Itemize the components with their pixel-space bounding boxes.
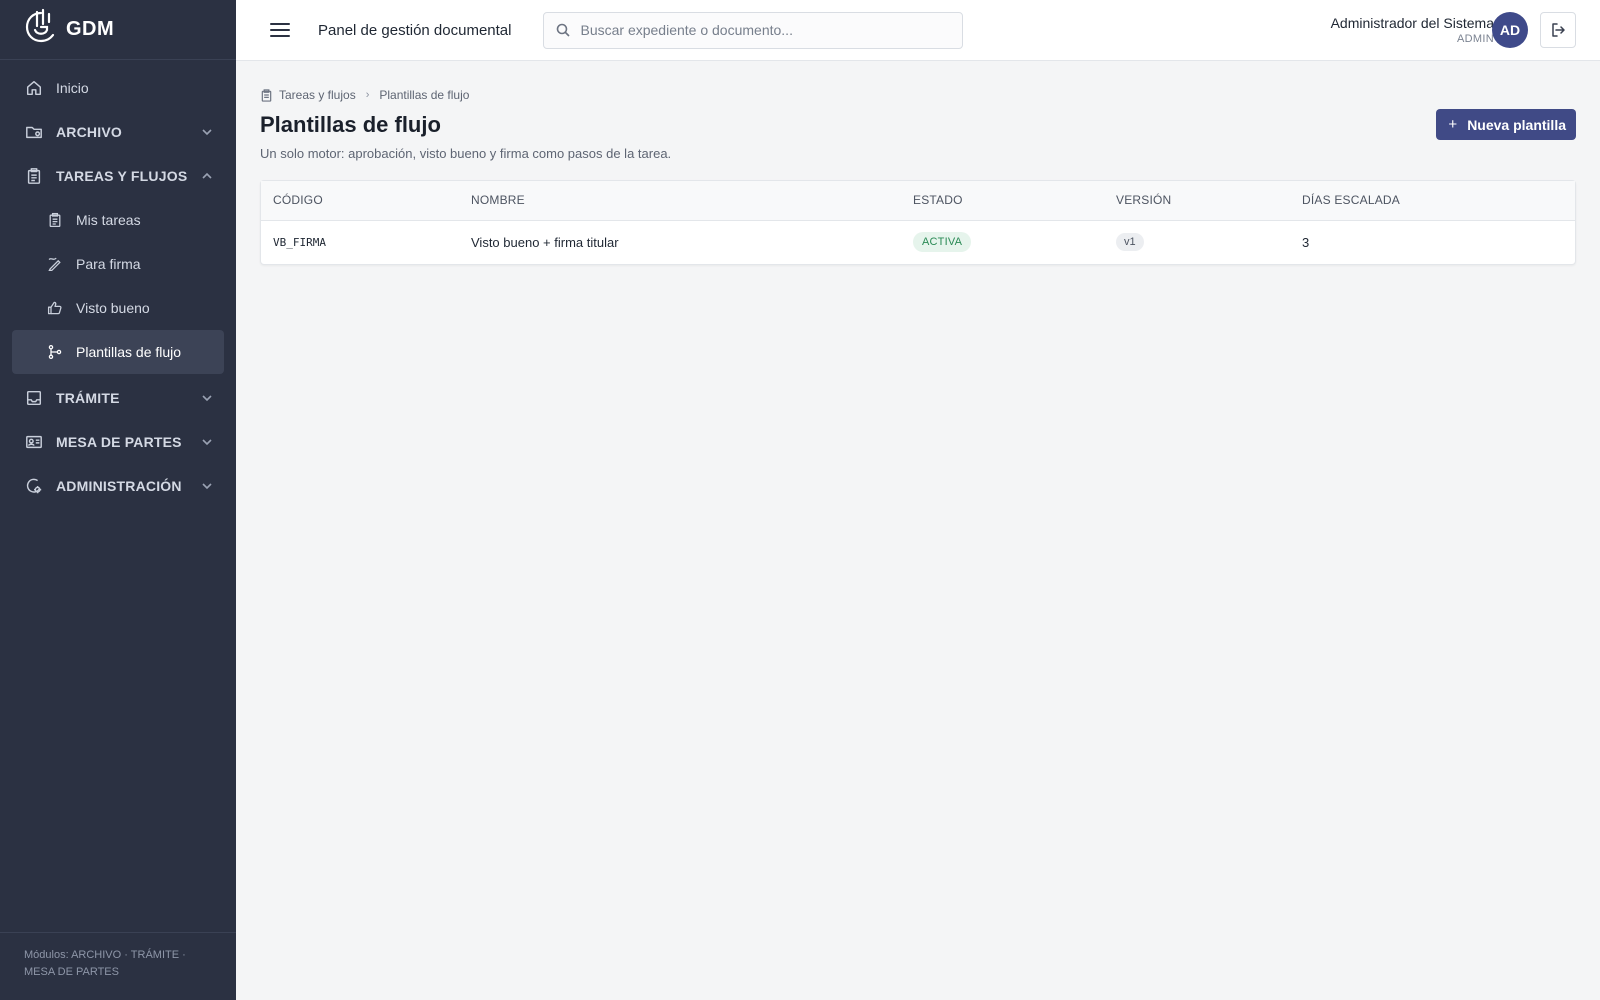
- sidebar-item-administracion[interactable]: ADMINISTRACIÓN: [0, 464, 236, 508]
- brand-name: GDM: [66, 18, 115, 40]
- id-card-icon: [24, 432, 44, 452]
- breadcrumb: Tareas y flujos › Plantillas de flujo: [260, 88, 1576, 102]
- sidebar-item-inicio[interactable]: Inicio: [0, 66, 236, 110]
- sidebar-footer: Módulos: ARCHIVO · TRÁMITE · MESA DE PAR…: [0, 932, 236, 1000]
- sidebar-item-mesa-de-partes[interactable]: MESA DE PARTES: [0, 420, 236, 464]
- column-header-dias-escalada[interactable]: DÍAS ESCALADA: [1290, 181, 1575, 221]
- sidebar-item-label: Inicio: [56, 80, 89, 96]
- chevron-down-icon: [202, 483, 212, 490]
- sidebar-item-label: Mis tareas: [76, 212, 141, 228]
- column-header-codigo[interactable]: CÓDIGO: [261, 181, 459, 221]
- logout-icon: [1552, 23, 1565, 37]
- version-badge: v1: [1116, 233, 1144, 252]
- sidebar-item-plantillas-de-flujo[interactable]: Plantillas de flujo: [12, 330, 224, 374]
- sidebar-item-tareas-y-flujos[interactable]: TAREAS Y FLUJOS: [0, 154, 236, 198]
- search-icon: [557, 23, 571, 37]
- sidebar: GDM Inicio ARCHIVO TAREAS Y FLUJOS Mis t…: [0, 0, 236, 1000]
- chevron-down-icon: [202, 395, 212, 402]
- breadcrumb-current: Plantillas de flujo: [379, 88, 470, 102]
- column-header-nombre[interactable]: NOMBRE: [459, 181, 901, 221]
- signature-icon: [46, 255, 64, 273]
- search-box[interactable]: [543, 11, 964, 49]
- cell-escalation-days: 3: [1302, 234, 1310, 250]
- sidebar-item-tramite[interactable]: TRÁMITE: [0, 376, 236, 420]
- table-header-row: CÓDIGO NOMBRE ESTADO VERSIÓN DÍAS ESCALA…: [261, 181, 1575, 221]
- logout-button[interactable]: [1540, 12, 1576, 48]
- user-role: ADMIN: [1457, 33, 1494, 45]
- menu-toggle-button[interactable]: [268, 18, 292, 42]
- brand[interactable]: GDM: [0, 0, 236, 60]
- logo-icon: [24, 8, 58, 51]
- status-badge: ACTIVA: [913, 232, 972, 253]
- chevron-right-icon: ›: [365, 89, 370, 101]
- folder-icon: [24, 122, 44, 142]
- table-row[interactable]: VB_FIRMA Visto bueno + firma titular ACT…: [261, 220, 1575, 264]
- new-template-button[interactable]: + Nueva plantilla: [1436, 109, 1576, 140]
- cell-code: VB_FIRMA: [273, 235, 326, 249]
- chevron-up-icon: [202, 172, 212, 179]
- sidebar-item-label: Para firma: [76, 256, 141, 272]
- user-name: Administrador del Sistema: [1330, 15, 1494, 31]
- sidebar-item-mis-tareas[interactable]: Mis tareas: [12, 198, 224, 242]
- clipboard-icon: [24, 166, 44, 186]
- new-template-button-label: Nueva plantilla: [1467, 116, 1566, 133]
- sidebar-item-label: TRÁMITE: [56, 390, 120, 406]
- templates-table: CÓDIGO NOMBRE ESTADO VERSIÓN DÍAS ESCALA…: [261, 181, 1575, 264]
- page-subtitle: Un solo motor: aprobación, visto bueno y…: [260, 146, 672, 161]
- sidebar-item-archivo[interactable]: ARCHIVO: [0, 110, 236, 154]
- sidebar-item-label: ARCHIVO: [56, 124, 122, 140]
- chevron-down-icon: [202, 439, 212, 446]
- user-info: Administrador del Sistema ADMIN: [1331, 15, 1494, 45]
- sidebar-item-label: MESA DE PARTES: [56, 434, 182, 450]
- breadcrumb-parent-link[interactable]: Tareas y flujos: [279, 88, 356, 102]
- column-header-estado[interactable]: ESTADO: [901, 181, 1104, 221]
- sidebar-item-label: TAREAS Y FLUJOS: [56, 168, 188, 184]
- sidebar-item-label: Plantillas de flujo: [76, 344, 182, 360]
- cell-version: v1: [1104, 220, 1290, 264]
- main-content: Tareas y flujos › Plantillas de flujo Pl…: [260, 61, 1576, 265]
- column-header-version[interactable]: VERSIÓN: [1104, 181, 1290, 221]
- sidebar-item-label: Visto bueno: [76, 300, 150, 316]
- hamburger-icon: [270, 23, 290, 37]
- search-input[interactable]: [580, 22, 941, 38]
- sidebar-nav: Inicio ARCHIVO TAREAS Y FLUJOS Mis tarea…: [0, 60, 236, 508]
- plus-icon: +: [1448, 116, 1458, 133]
- thumbs-up-icon: [46, 299, 64, 317]
- clipboard-icon: [46, 211, 64, 229]
- app-title: Panel de gestión documental: [318, 21, 512, 39]
- page-title: Plantillas de flujo: [260, 112, 441, 137]
- sidebar-item-visto-bueno[interactable]: Visto bueno: [12, 286, 224, 330]
- clipboard-icon: [261, 88, 272, 102]
- home-icon: [24, 78, 44, 98]
- cell-name: Visto bueno + firma titular: [471, 234, 619, 250]
- cell-status: ACTIVA: [901, 220, 1104, 264]
- sidebar-item-para-firma[interactable]: Para firma: [12, 242, 224, 286]
- settings-icon: [24, 476, 44, 496]
- sidebar-item-label: ADMINISTRACIÓN: [56, 478, 182, 494]
- templates-table-card: CÓDIGO NOMBRE ESTADO VERSIÓN DÍAS ESCALA…: [260, 180, 1576, 265]
- avatar[interactable]: AD: [1492, 12, 1528, 48]
- chevron-down-icon: [202, 129, 212, 136]
- topbar: Panel de gestión documental Administrado…: [236, 0, 1600, 61]
- inbox-icon: [24, 388, 44, 408]
- workflow-icon: [46, 343, 64, 361]
